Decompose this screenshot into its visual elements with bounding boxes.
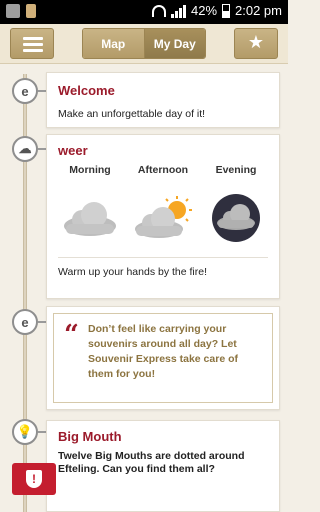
- wifi-icon: [151, 4, 166, 17]
- app-bar: Map My Day ★: [0, 24, 288, 64]
- period-label: Morning: [69, 164, 111, 176]
- card-title: weer: [58, 143, 88, 158]
- favorites-button[interactable]: ★: [234, 28, 278, 59]
- card-text: Make an unforgettable day of it!: [58, 108, 206, 120]
- card-text: Warm up your hands by the fire!: [58, 266, 208, 278]
- period-label: Evening: [215, 164, 257, 176]
- lightbulb-icon: 💡: [12, 419, 38, 445]
- app-notification-icon: [26, 4, 36, 18]
- card-text: Twelve Big Mouths are dotted around Efte…: [58, 450, 245, 475]
- menu-button[interactable]: [10, 28, 54, 59]
- timeline-connector: [38, 431, 46, 433]
- clock: 2:02 pm: [235, 3, 282, 18]
- status-bar: 42% 2:02 pm: [0, 0, 288, 24]
- quote-frame: “ Don’t feel like carrying your souvenir…: [53, 313, 273, 403]
- divider: [58, 257, 268, 258]
- weather-period-labels: Morning Afternoon Evening: [58, 164, 268, 176]
- card-title: Welcome: [58, 83, 115, 98]
- bigmouth-card[interactable]: Big Mouth Twelve Big Mouths are dotted a…: [46, 420, 280, 512]
- card-title: Big Mouth: [58, 429, 122, 444]
- tab-my-day[interactable]: My Day: [143, 29, 205, 58]
- battery-percent: 42%: [190, 3, 218, 18]
- timeline-connector: [38, 321, 46, 323]
- cloud-icon: [58, 186, 122, 250]
- star-icon: ★: [247, 32, 265, 52]
- cloud-moon-icon: [204, 186, 268, 250]
- timeline-connector: [38, 148, 46, 150]
- efteling-logo-icon: e: [12, 78, 38, 104]
- souvenir-card[interactable]: “ Don’t feel like carrying your souvenir…: [46, 306, 280, 410]
- weather-icons: [58, 186, 268, 250]
- gallery-notification-icon: [6, 4, 20, 18]
- signal-icon: [170, 4, 186, 18]
- cloud-sun-icon: [131, 186, 195, 250]
- quote-text: Don’t feel like carrying your souvenirs …: [88, 323, 238, 380]
- shield-alert-icon: !: [26, 470, 42, 488]
- view-tabs: Map My Day: [82, 28, 206, 59]
- weather-card[interactable]: weer Morning Afternoon Evening Warm up y…: [46, 134, 280, 299]
- battery-icon: [222, 3, 231, 18]
- emergency-button[interactable]: !: [12, 463, 56, 495]
- period-label: Afternoon: [137, 164, 189, 176]
- efteling-logo-icon: e: [12, 309, 38, 335]
- weather-node-icon: ☁: [12, 136, 38, 162]
- timeline-connector: [38, 90, 46, 92]
- quote-mark-icon: “: [64, 320, 79, 350]
- hamburger-icon: [23, 37, 43, 55]
- tab-map[interactable]: Map: [83, 29, 144, 58]
- welcome-card[interactable]: Welcome Make an unforgettable day of it!: [46, 72, 280, 128]
